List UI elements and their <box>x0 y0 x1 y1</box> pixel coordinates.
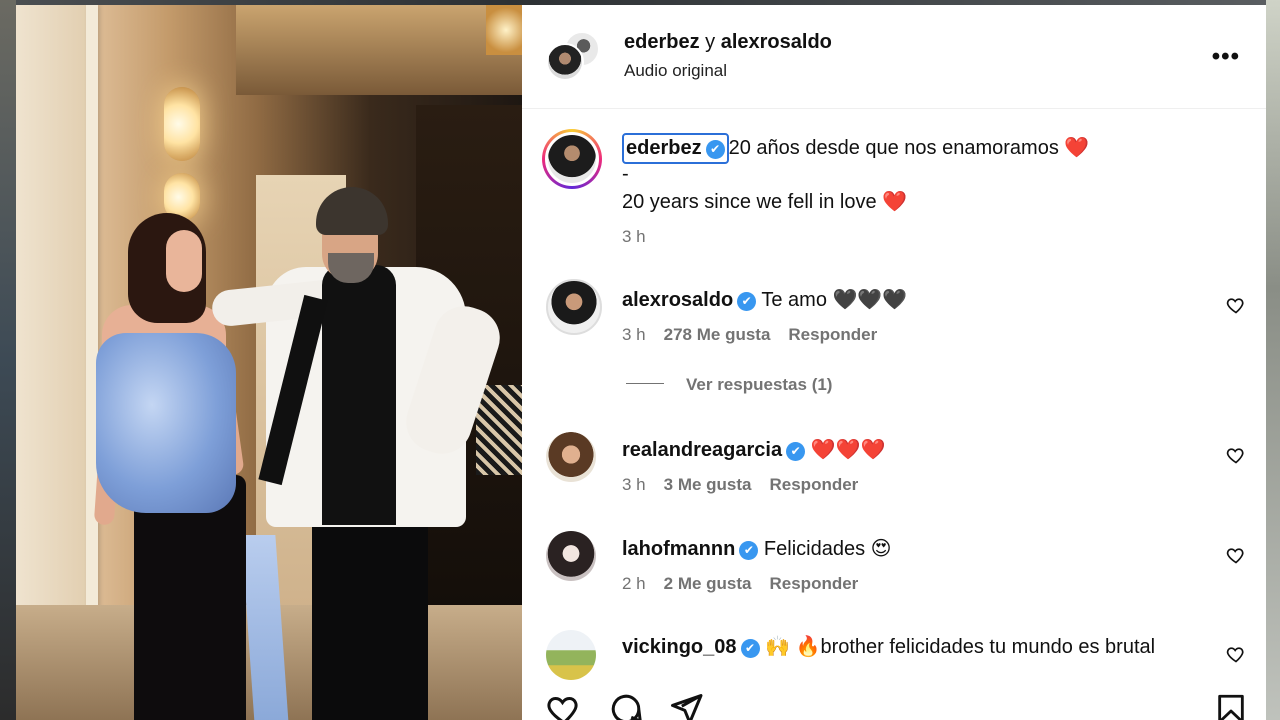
man-turtleneck <box>322 265 396 525</box>
post-photo[interactable] <box>16 5 522 720</box>
caption-text-es: 20 años desde que nos enamoramos <box>728 137 1059 159</box>
author-link[interactable]: ederbez <box>624 31 700 53</box>
post-panel: ederbez y alexrosaldo Audio original •••… <box>522 5 1266 720</box>
comment: lahofmannn ✔ Felicidades 😍 <box>622 536 891 561</box>
comment: realandreagarcia ✔ ❤️❤️❤️ <box>622 437 885 462</box>
comment-meta: 3 h 278 Me gusta Responder <box>622 325 895 345</box>
reply-button[interactable]: Responder <box>770 475 859 494</box>
post-header: ederbez y alexrosaldo Audio original ••• <box>522 5 1266 109</box>
comment-username[interactable]: alexrosaldo <box>622 289 733 311</box>
like-icon[interactable] <box>546 691 582 720</box>
woman-face <box>166 230 202 292</box>
avatar[interactable] <box>546 630 596 680</box>
comment-username[interactable]: vickingo_08 <box>622 636 737 658</box>
verified-icon: ✔ <box>705 140 725 159</box>
share-icon[interactable] <box>668 691 704 720</box>
heart-emoji: ❤️ <box>882 191 908 213</box>
post-authors: ederbez y alexrosaldo <box>624 31 832 54</box>
caption-text-en-line: 20 years since we fell in love ❤️ <box>622 189 907 214</box>
comment: alexrosaldo ✔ Te amo 🖤🖤🖤 <box>622 287 907 312</box>
comment-time[interactable]: 3 h <box>622 475 646 494</box>
photo-pattern <box>476 385 522 475</box>
comment-likes[interactable]: 2 Me gusta <box>664 574 752 593</box>
comment-time[interactable]: 3 h <box>622 325 646 344</box>
bookmark-icon[interactable] <box>1214 691 1248 720</box>
backdrop-right-edge <box>1266 0 1280 720</box>
caption-avatar[interactable] <box>542 129 602 189</box>
comment-icon[interactable] <box>608 691 644 720</box>
comment-meta: 3 h 3 Me gusta Responder <box>622 475 876 495</box>
caption-text-en: 20 years since we fell in love <box>622 191 877 213</box>
comment-meta: 2 h 2 Me gusta Responder <box>622 574 876 594</box>
collab-avatars[interactable] <box>546 31 602 87</box>
caption: ederbez ✔ 20 años desde que nos enamoramos… <box>622 133 1089 164</box>
woman-blue-bodice <box>96 333 236 513</box>
author-link[interactable]: alexrosaldo <box>721 31 832 53</box>
caption-username[interactable]: ederbez ✔ <box>622 133 729 164</box>
comment-likes[interactable]: 278 Me gusta <box>664 325 771 344</box>
view-replies-label: Ver respuestas (1) <box>686 375 833 394</box>
reply-button[interactable]: Responder <box>788 325 877 344</box>
view-replies-line <box>626 383 664 384</box>
reply-button[interactable]: Responder <box>770 574 859 593</box>
verified-icon: ✔ <box>737 292 757 311</box>
verified-icon: ✔ <box>740 639 760 658</box>
comment-text: 🙌 🔥brother felicidades tu mundo es bruta… <box>765 636 1156 658</box>
photo-ceiling-light <box>486 5 522 55</box>
heart-emoji: ❤️ <box>1064 137 1090 159</box>
avatar <box>546 43 584 81</box>
avatar[interactable] <box>546 432 596 482</box>
audio-link[interactable]: Audio original <box>624 61 727 81</box>
comment-text: Felicidades 😍 <box>763 538 892 560</box>
comment-username[interactable]: lahofmannn <box>622 538 735 560</box>
comment-time[interactable]: 2 h <box>622 574 646 593</box>
comment-text: Te amo 🖤🖤🖤 <box>761 289 908 311</box>
heart-icon[interactable] <box>1226 445 1246 465</box>
comment-text: ❤️❤️❤️ <box>810 439 886 461</box>
avatar[interactable] <box>546 531 596 581</box>
action-bar <box>522 681 1266 720</box>
author-joiner: y <box>705 31 716 53</box>
more-options-icon[interactable]: ••• <box>1212 43 1240 71</box>
post-modal: ederbez y alexrosaldo Audio original •••… <box>16 5 1266 720</box>
backdrop-left-edge <box>0 0 16 720</box>
photo-sconce-upper <box>164 87 200 161</box>
caption-separator: - <box>622 163 629 185</box>
heart-icon[interactable] <box>1226 295 1246 315</box>
avatar[interactable] <box>546 279 602 335</box>
heart-icon[interactable] <box>1226 545 1246 565</box>
verified-icon: ✔ <box>739 541 759 560</box>
photo-ceiling <box>236 5 522 95</box>
comment-likes[interactable]: 3 Me gusta <box>664 475 752 494</box>
comment: vickingo_08 ✔ 🙌 🔥brother felicidades tu m… <box>622 634 1155 659</box>
verified-icon: ✔ <box>786 442 806 461</box>
caption-time[interactable]: 3 h <box>622 227 646 247</box>
comment-username[interactable]: realandreagarcia <box>622 439 782 461</box>
heart-icon[interactable] <box>1226 644 1246 664</box>
view-replies-button[interactable]: Ver respuestas (1) <box>626 375 832 395</box>
